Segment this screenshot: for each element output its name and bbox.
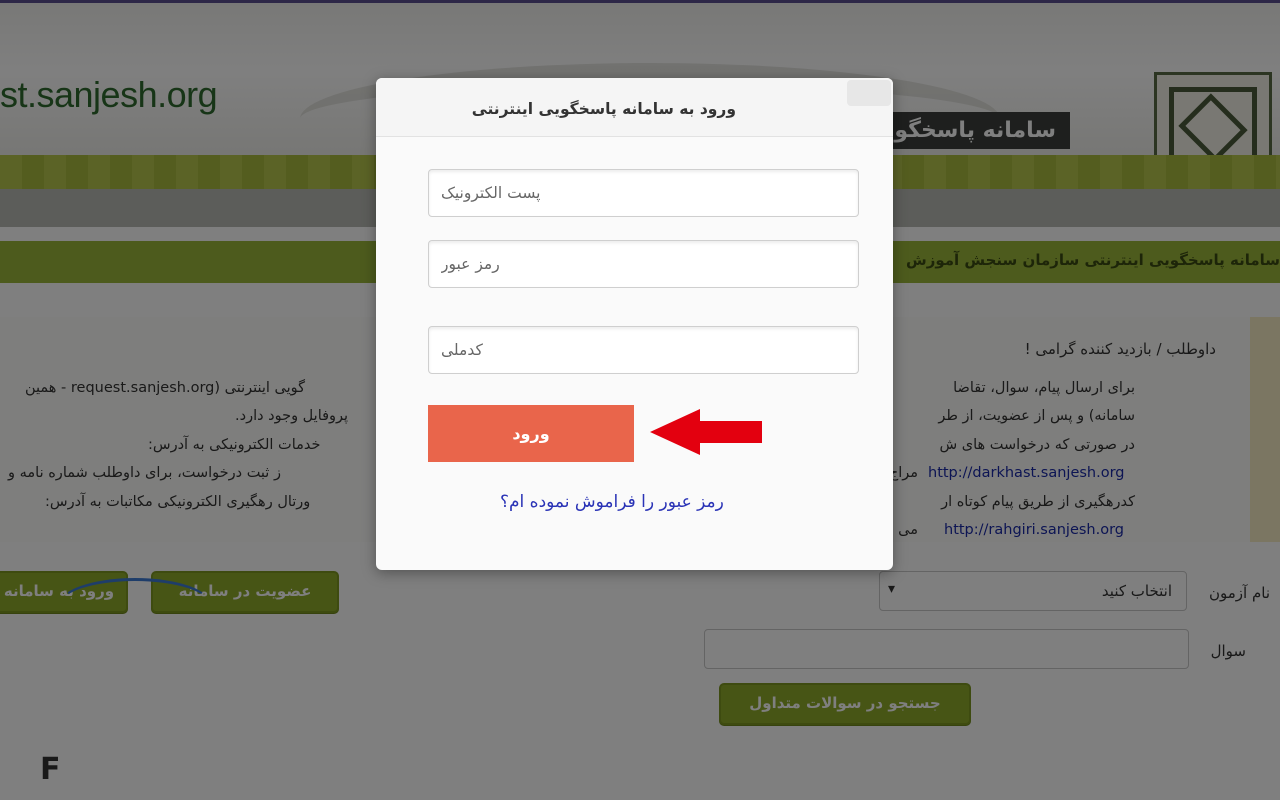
login-modal: ورود به سامانه پاسخگویی اینترنتی ورود رم… xyxy=(376,78,893,570)
national-code-field[interactable] xyxy=(428,326,859,374)
modal-title: ورود به سامانه پاسخگویی اینترنتی xyxy=(471,100,736,118)
password-field[interactable] xyxy=(428,240,859,288)
national-code-input[interactable] xyxy=(429,327,858,373)
password-input[interactable] xyxy=(429,241,858,287)
login-button[interactable]: ورود xyxy=(428,405,634,462)
left-arrow-icon xyxy=(650,409,762,455)
email-field[interactable] xyxy=(428,169,859,217)
modal-header: ورود به سامانه پاسخگویی اینترنتی xyxy=(376,78,893,137)
forgot-password-link[interactable]: رمز عبور را فراموش نموده ام؟ xyxy=(500,492,724,512)
email-input[interactable] xyxy=(429,170,858,216)
close-icon[interactable] xyxy=(847,80,891,106)
